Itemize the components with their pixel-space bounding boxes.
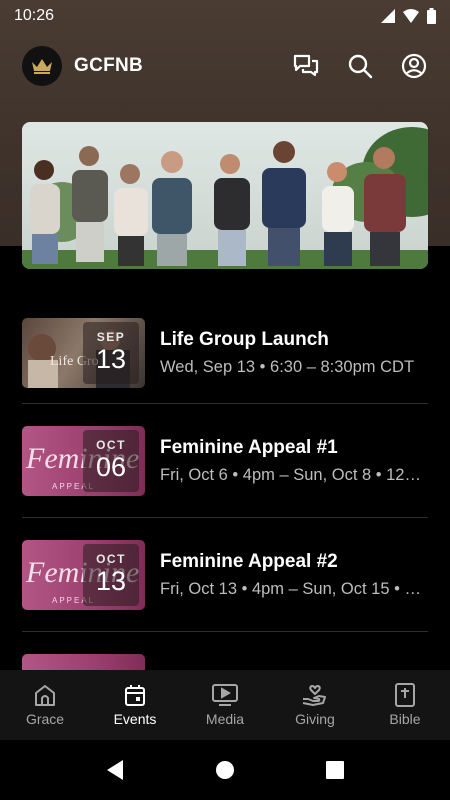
nav-item-media[interactable]: Media: [180, 670, 270, 740]
date-day: 06: [95, 451, 127, 482]
church-icon: [35, 685, 55, 706]
search-icon: [348, 54, 373, 79]
nav-item-grace[interactable]: Grace: [0, 670, 90, 740]
media-play-icon: [212, 684, 238, 706]
account-circle-icon: [401, 53, 427, 79]
app-bar: GCFNB: [0, 42, 450, 90]
status-bar: 10:26: [0, 0, 450, 32]
event-thumbnail: Feminine APPEAL OCT 13: [22, 539, 145, 610]
system-navigation-bar: [0, 740, 450, 800]
account-button[interactable]: [398, 50, 430, 82]
nav-label: Events: [113, 711, 157, 727]
hero-banner-image[interactable]: [22, 122, 428, 269]
nav-label: Media: [205, 711, 245, 727]
crown-icon: [32, 59, 52, 74]
event-title: Feminine Appeal #1: [160, 436, 338, 458]
event-thumbnail: Life Gro SEP 13: [22, 317, 145, 388]
back-triangle-icon[interactable]: [105, 759, 125, 781]
event-item[interactable]: Feminine APPEAL OCT 13 Feminine Appeal #…: [22, 518, 428, 632]
group-photo: [22, 122, 428, 269]
chat-bubbles-icon: [293, 54, 319, 77]
nav-label: Giving: [295, 711, 335, 727]
bible-icon: [395, 683, 415, 707]
event-datetime: Fri, Oct 6 • 4pm – Sun, Oct 8 • 12…: [160, 465, 421, 484]
date-badge: OCT 13: [83, 543, 139, 606]
nav-label: Grace: [25, 711, 65, 727]
bottom-navigation: Grace Events Media Giving Bible: [0, 670, 450, 740]
event-title: Life Group Launch: [160, 328, 329, 350]
recents-square-icon[interactable]: [325, 760, 345, 780]
status-time: 10:26: [14, 7, 55, 24]
nav-item-giving[interactable]: Giving: [270, 670, 360, 740]
event-datetime: Wed, Sep 13 • 6:30 – 8:30pm CDT: [160, 357, 415, 376]
church-logo[interactable]: [22, 46, 62, 86]
event-item-partial[interactable]: [22, 632, 428, 670]
home-circle-icon[interactable]: [215, 760, 235, 780]
event-thumbnail: Feminine APPEAL OCT 06: [22, 425, 145, 496]
event-datetime: Fri, Oct 13 • 4pm – Sun, Oct 15 • …: [160, 579, 421, 598]
date-day: 13: [95, 343, 127, 374]
date-month: OCT: [96, 551, 126, 566]
date-month: SEP: [96, 329, 126, 344]
calendar-icon: [125, 685, 145, 706]
messages-button[interactable]: [290, 50, 322, 82]
date-day: 13: [95, 565, 127, 596]
cellular-icon: [381, 9, 395, 23]
search-button[interactable]: [344, 50, 376, 82]
nav-item-events[interactable]: Events: [90, 670, 180, 740]
date-badge: SEP 13: [83, 321, 139, 384]
event-item[interactable]: Feminine APPEAL OCT 06 Feminine Appeal #…: [22, 404, 428, 518]
nav-label: Bible: [389, 711, 421, 727]
date-badge: OCT 06: [83, 429, 139, 492]
date-month: OCT: [96, 437, 126, 452]
wifi-icon: [403, 9, 419, 23]
event-title: Feminine Appeal #2: [160, 550, 338, 572]
battery-icon: [427, 8, 436, 24]
app-title: GCFNB: [74, 55, 144, 76]
giving-hand-icon: [302, 685, 326, 706]
event-thumbnail: [22, 654, 145, 670]
event-item[interactable]: Life Gro SEP 13 Life Group Launch Wed, S…: [22, 302, 428, 404]
status-icons: [381, 8, 436, 24]
nav-item-bible[interactable]: Bible: [360, 670, 450, 740]
events-list: Life Gro SEP 13 Life Group Launch Wed, S…: [22, 302, 428, 670]
